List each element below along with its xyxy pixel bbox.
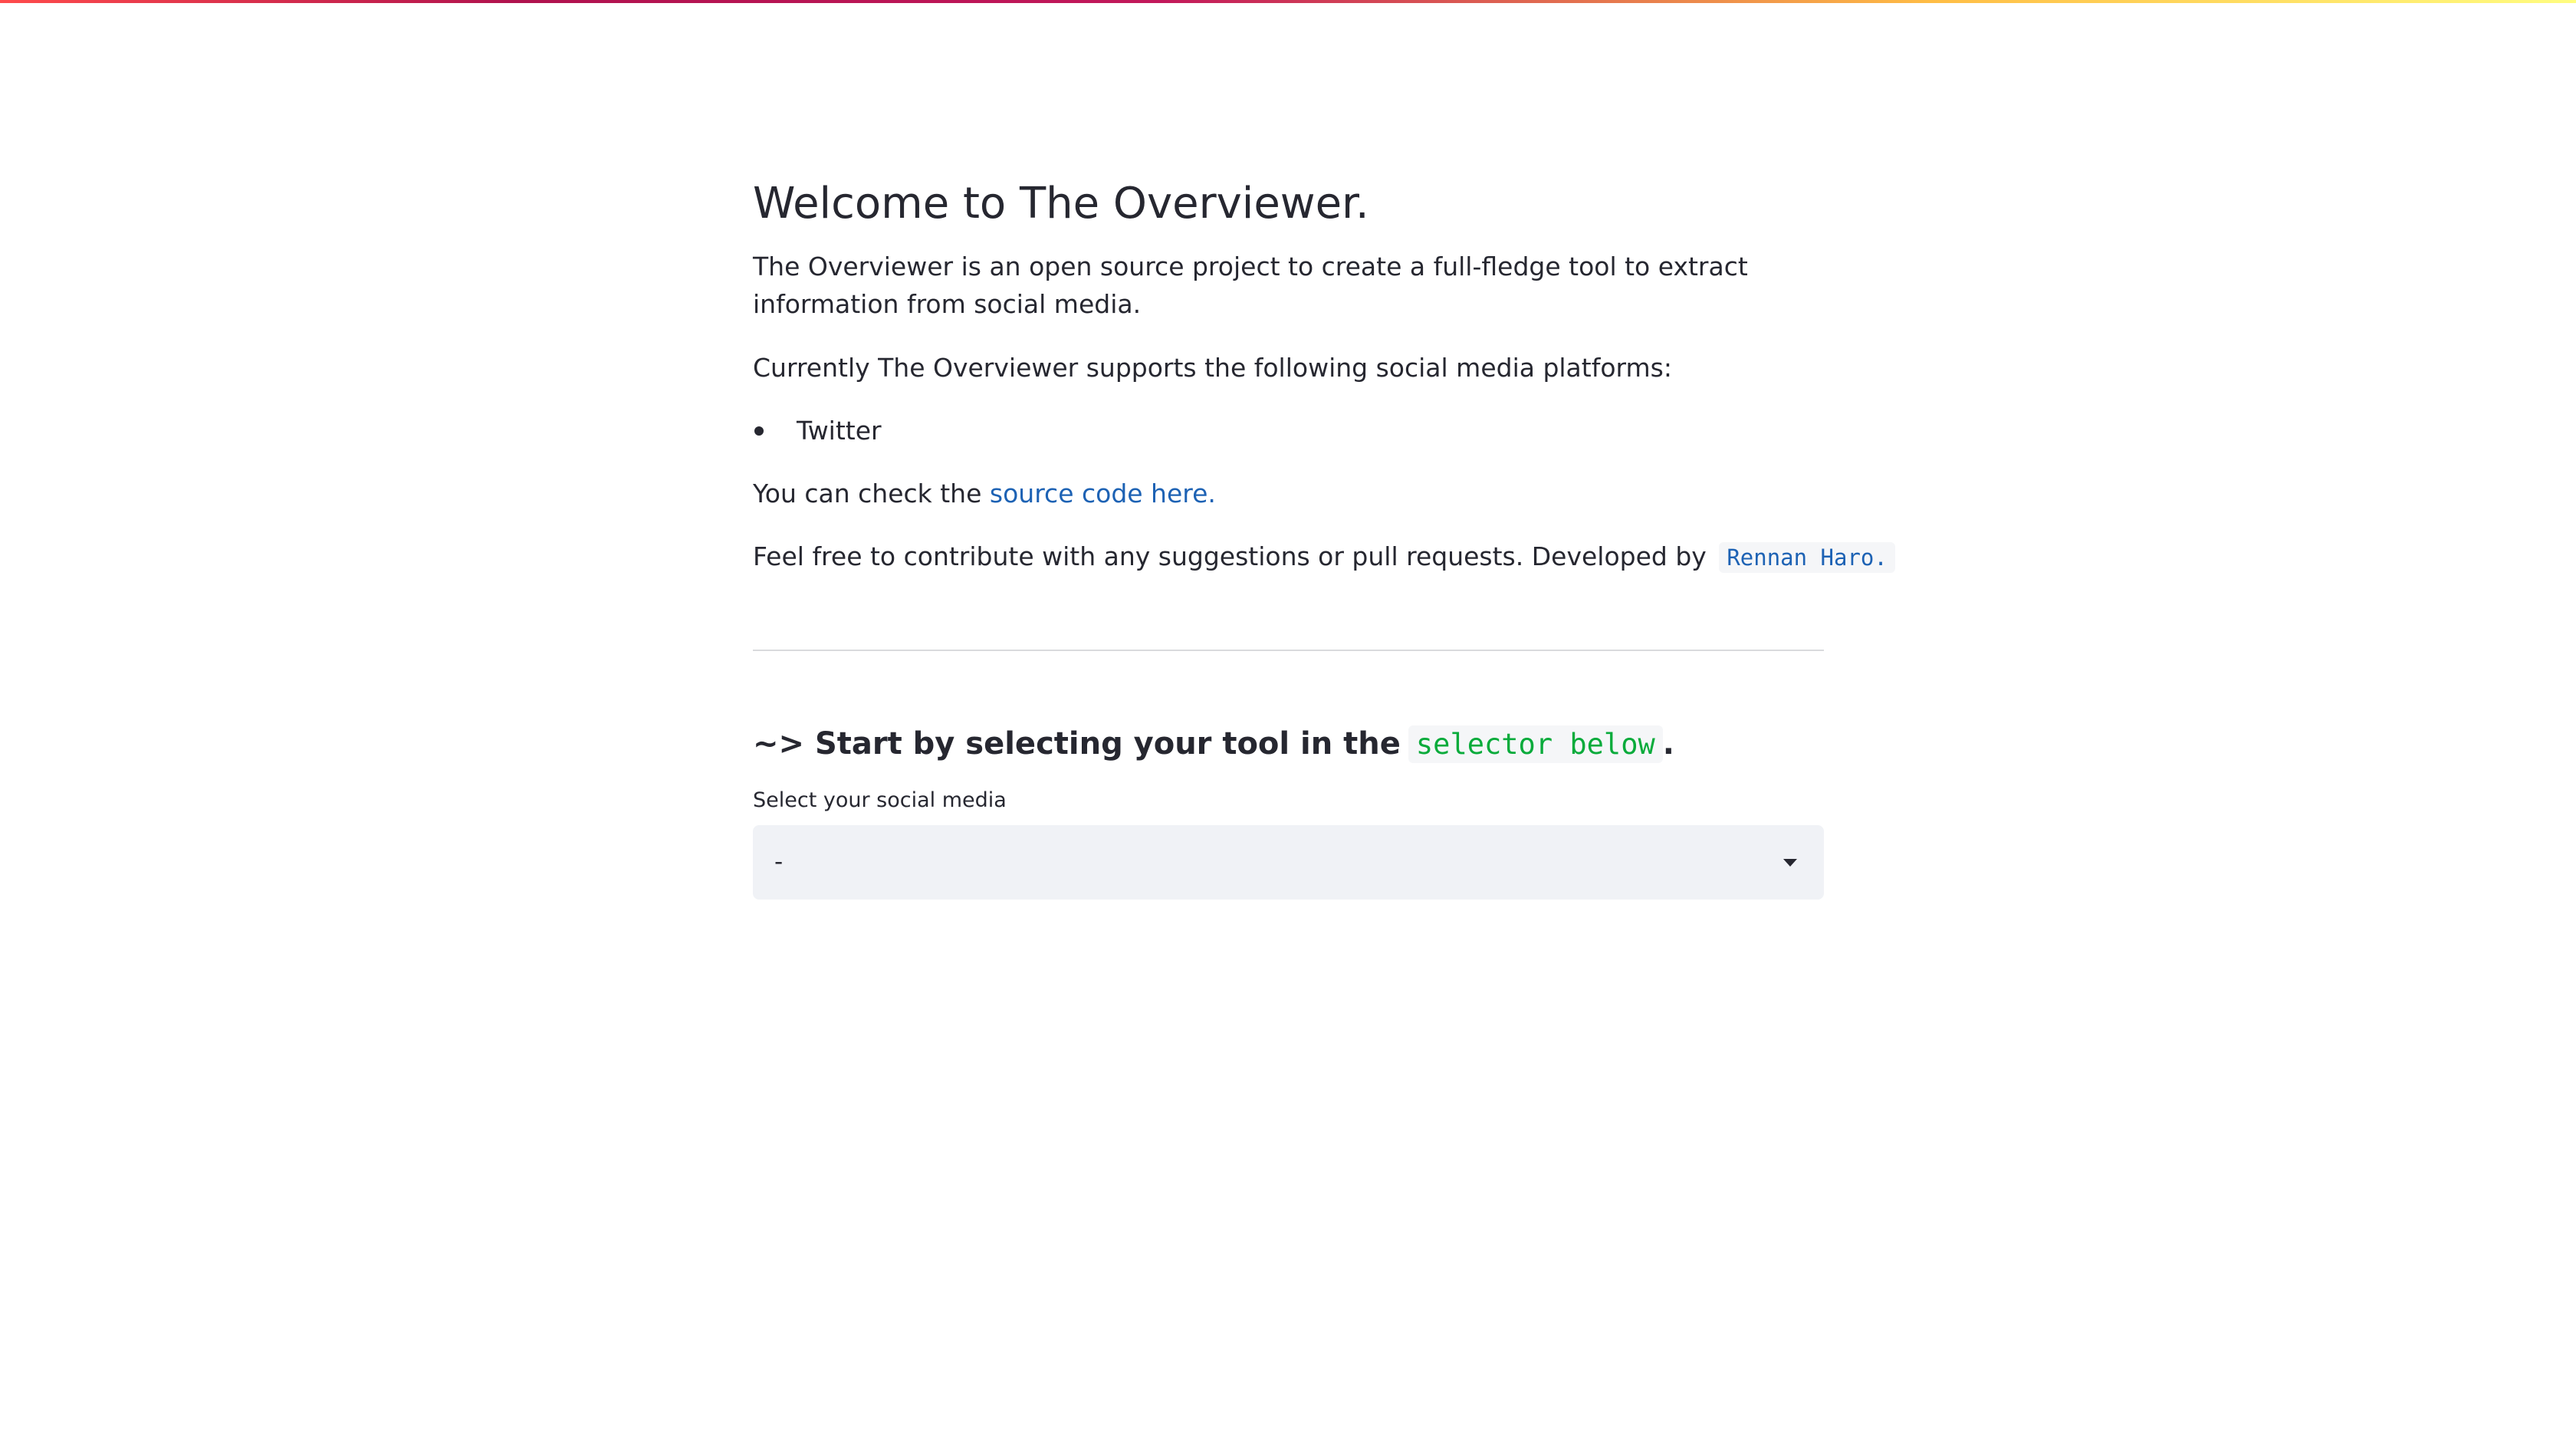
chevron-down-icon[interactable] (1783, 859, 1797, 867)
bullet-icon (754, 426, 764, 436)
selector-heading-prefix: ~> Start by selecting your tool in the (753, 726, 1401, 762)
selector-heading-code: selector below (1408, 725, 1663, 763)
source-paragraph: You can check the source code here. (753, 475, 1216, 512)
source-prefix: You can check the (753, 479, 990, 508)
social-media-select[interactable]: - (753, 825, 1824, 900)
intro-description: The Overviewer is an open source project… (753, 252, 1748, 319)
select-value: - (774, 848, 784, 876)
platform-list: Twitter (753, 412, 882, 449)
source-code-link[interactable]: source code here. (990, 479, 1216, 508)
top-decoration-bar (0, 0, 2576, 3)
divider (753, 650, 1824, 651)
contribute-text: Feel free to contribute with any suggest… (753, 541, 1707, 571)
contribute-paragraph: Feel free to contribute with any suggest… (753, 538, 1895, 577)
supports-text: Currently The Overviewer supports the fo… (753, 353, 1672, 383)
page-title: Welcome to The Overviewer. (753, 179, 1369, 229)
platform-twitter: Twitter (797, 416, 882, 446)
list-item: Twitter (753, 412, 882, 449)
social-media-select-label: Select your social media (753, 788, 1007, 812)
author-name: Rennan Haro. (1719, 542, 1895, 573)
selector-heading-suffix: . (1662, 726, 1674, 762)
selector-heading: ~> Start by selecting your tool in the se… (753, 719, 1674, 769)
